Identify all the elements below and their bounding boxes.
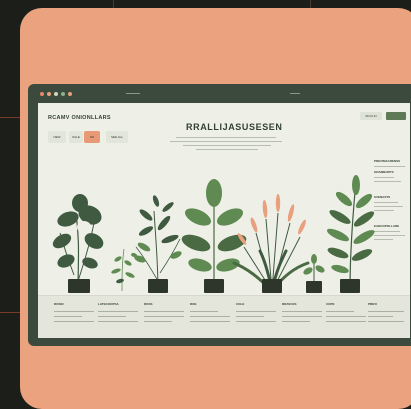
footer-link[interactable] — [326, 311, 354, 312]
hero-subtext-line — [183, 145, 271, 146]
footer-heading[interactable]: ROSIN — [54, 302, 94, 307]
footer-link[interactable] — [98, 321, 138, 322]
footer-link[interactable] — [54, 316, 82, 317]
footer: ROSIN LATECOOPSA ROSS ROE COLE DRAVCES C… — [38, 295, 410, 338]
footer-column: PREVI — [368, 302, 404, 322]
footer-heading[interactable]: ROSS — [144, 302, 184, 307]
footer-link[interactable] — [98, 311, 138, 312]
fern-plant-icon — [134, 195, 182, 293]
hero-subtext-line — [196, 149, 258, 150]
small-leaf-plant-icon — [303, 254, 325, 293]
tab-no[interactable]: NO — [84, 131, 100, 143]
footer-column: COLE — [236, 302, 276, 322]
footer-link[interactable] — [236, 311, 276, 312]
footer-link[interactable] — [144, 316, 184, 317]
footer-column: COPE — [326, 302, 366, 322]
hero-headline: RRALLIJASUSESEN — [186, 122, 283, 132]
footer-heading[interactable]: COPE — [326, 302, 366, 307]
footer-link[interactable] — [368, 311, 404, 312]
footer-link[interactable] — [190, 316, 230, 317]
footer-link[interactable] — [54, 321, 94, 322]
web-page: RCAMV ONIONLLARS RRALLIJASUSESEN NEW SAL… — [38, 103, 410, 338]
footer-link[interactable] — [190, 321, 230, 322]
window-dot-icon — [61, 92, 65, 96]
sign-in-button[interactable]: SIGN IN — [360, 112, 382, 120]
footer-link[interactable] — [368, 321, 404, 322]
hero-subtext-line — [176, 137, 276, 138]
frame-mark — [290, 93, 300, 94]
footer-link[interactable] — [144, 311, 184, 312]
footer-column: ROSS — [144, 302, 184, 322]
hero-subtext-line — [170, 141, 282, 142]
footer-column: DRAVCES — [282, 302, 322, 322]
tall-leaf-plant-icon — [326, 175, 375, 293]
footer-heading[interactable]: DRAVCES — [282, 302, 322, 307]
monstera-plant-icon — [52, 194, 104, 293]
footer-link[interactable] — [190, 311, 218, 312]
tab-new[interactable]: NEW — [48, 131, 66, 143]
brand-name[interactable]: RCAMV ONIONLLARS — [48, 115, 111, 121]
small-herb-plant-icon — [111, 248, 137, 292]
footer-link[interactable] — [282, 321, 310, 322]
footer-link[interactable] — [326, 316, 366, 317]
footer-link[interactable] — [144, 321, 172, 322]
cart-button[interactable] — [386, 112, 406, 120]
footer-link[interactable] — [54, 311, 94, 312]
footer-heading[interactable]: COLE — [236, 302, 276, 307]
footer-heading[interactable]: LATECOOPSA — [98, 302, 138, 307]
footer-link[interactable] — [368, 316, 394, 317]
plant-illustration — [52, 175, 375, 293]
frame-mark — [126, 93, 140, 94]
footer-column: ROSIN — [54, 302, 94, 322]
footer-link[interactable] — [282, 316, 322, 317]
footer-link[interactable] — [326, 321, 366, 322]
tab-sale[interactable]: SALE — [69, 131, 83, 143]
footer-link[interactable] — [98, 316, 126, 317]
tab-see-all[interactable]: SEE ALL — [106, 131, 128, 143]
footer-link[interactable] — [236, 321, 276, 322]
footer-link[interactable] — [282, 311, 322, 312]
window-controls — [40, 92, 72, 96]
flowering-plant-icon — [232, 194, 310, 293]
footer-column: LATECOOPSA — [98, 302, 138, 322]
footer-link[interactable] — [236, 316, 264, 317]
close-dot-icon[interactable] — [40, 92, 44, 96]
footer-column: ROE — [190, 302, 230, 322]
maximize-dot-icon[interactable] — [54, 92, 58, 96]
footer-heading[interactable]: PREVI — [368, 302, 404, 307]
footer-heading[interactable]: ROE — [190, 302, 230, 307]
laptop-frame: RCAMV ONIONLLARS RRALLIJASUSESEN NEW SAL… — [28, 84, 411, 346]
minimize-dot-icon[interactable] — [47, 92, 51, 96]
window-dot-icon — [68, 92, 72, 96]
